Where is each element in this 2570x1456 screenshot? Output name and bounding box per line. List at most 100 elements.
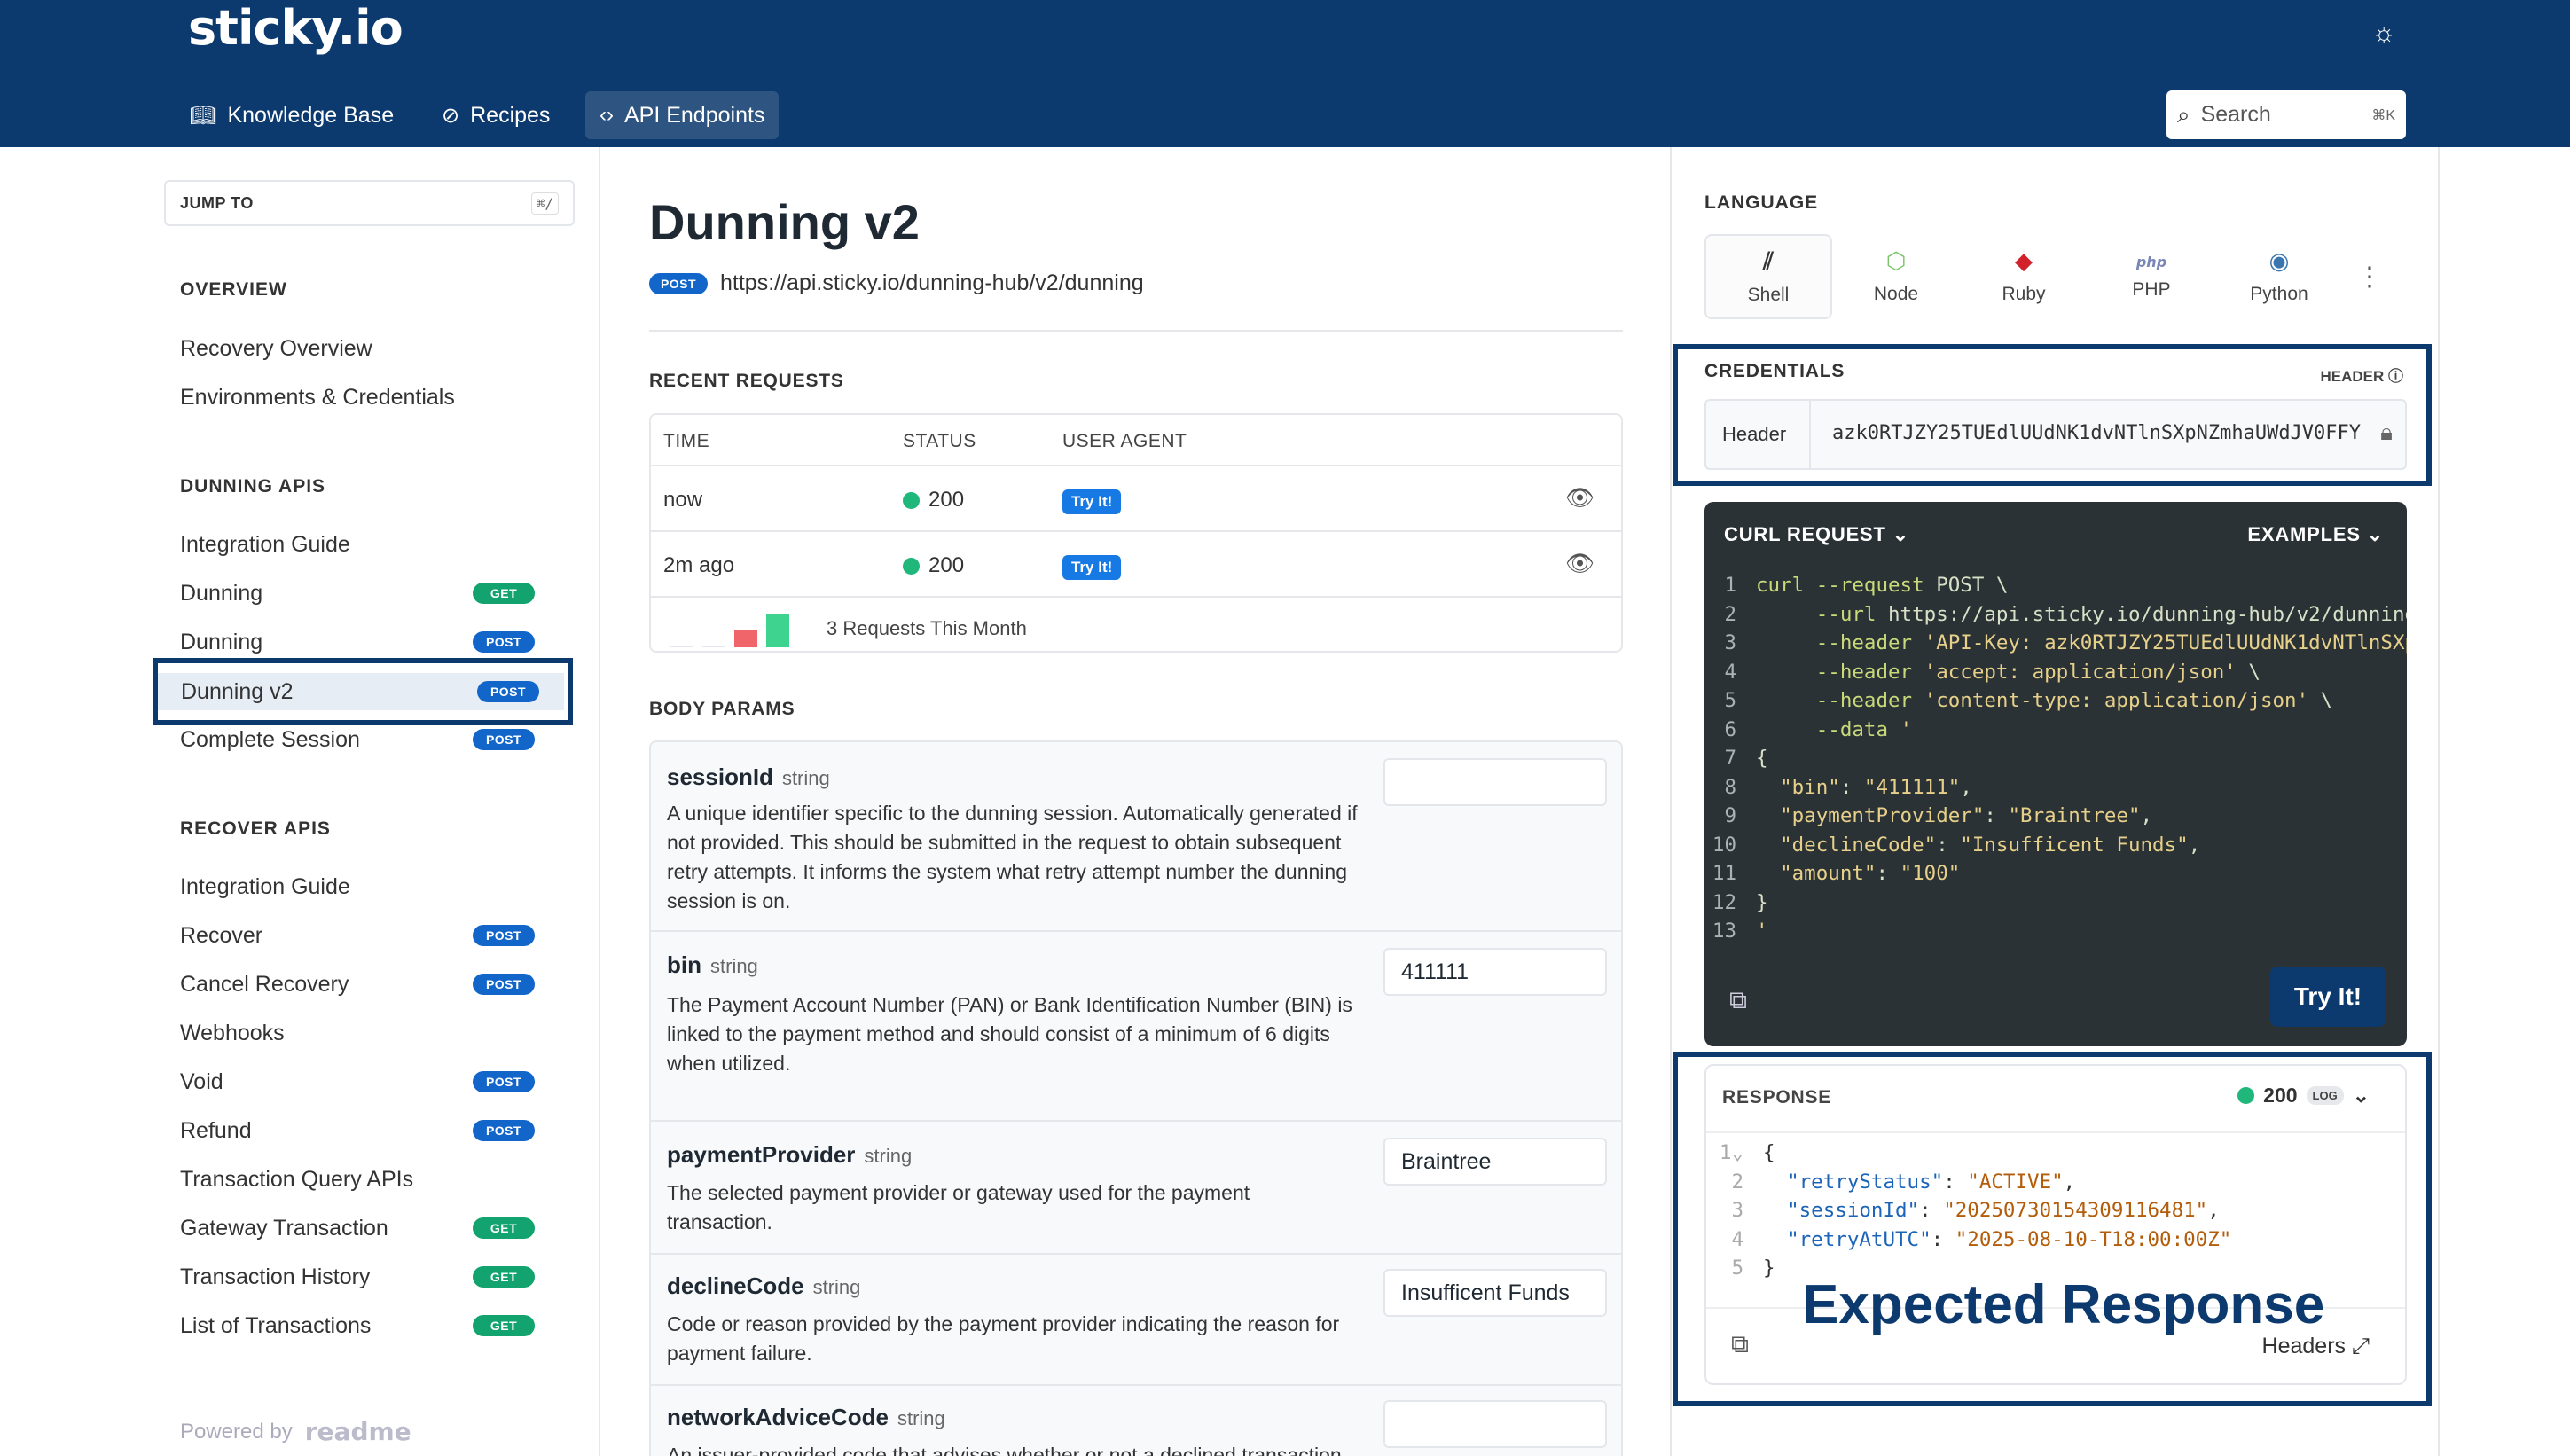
code-line: 1 curl --request POST \ xyxy=(1704,571,2407,600)
powered-by[interactable]: Powered by readme xyxy=(180,1417,411,1446)
try-it-button[interactable]: Try It! xyxy=(2270,967,2386,1027)
tab-knowledge-base[interactable]: 📖︎ Knowledge Base xyxy=(176,91,408,139)
param-type: string xyxy=(864,1145,913,1167)
sidebar-item-complete-session[interactable]: Complete Session POST xyxy=(180,722,535,757)
section-heading-dunning-apis: DUNNING APIS xyxy=(180,476,326,497)
code-line: 5 --header 'content-type: application/js… xyxy=(1704,686,2407,716)
tab-label: Knowledge Base xyxy=(227,102,395,128)
sun-icon[interactable]: ☼ xyxy=(2364,14,2403,53)
language-python[interactable]: ◉ Python xyxy=(2215,234,2343,319)
table-row[interactable]: now 200 Try It! 👁︎ xyxy=(651,465,1621,530)
python-icon: ◉ xyxy=(2268,248,2290,275)
code-icon: ‹› xyxy=(599,103,614,127)
sparkline-bar xyxy=(766,614,789,647)
param-description: A unique identifier specific to the dunn… xyxy=(667,802,1358,912)
sidebar-item-recover[interactable]: Recover POST xyxy=(180,918,535,953)
sidebar-item-transaction-history[interactable]: Transaction History GET xyxy=(180,1259,535,1295)
line-number: 2 xyxy=(1724,602,1736,626)
language-node[interactable]: ⬡ Node xyxy=(1832,234,1960,319)
copy-icon[interactable]: ⧉ xyxy=(1729,986,1747,1015)
sessionId-input[interactable] xyxy=(1383,758,1607,806)
param-row-declineCode: declineCode string Code or reason provide… xyxy=(651,1253,1621,1384)
request-status: 200 xyxy=(903,553,964,578)
sidebar-item-recovery-overview[interactable]: Recovery Overview xyxy=(180,331,535,366)
more-options-icon[interactable]: ⋮ xyxy=(2343,234,2396,319)
sidebar-item-label: Void xyxy=(180,1069,223,1094)
sidebar-item-transaction-query-apis[interactable]: Transaction Query APIs xyxy=(180,1162,535,1197)
language-picker: ⫽ Shell ⬡ Node ◆ Ruby php PHP ◉ Python ⋮ xyxy=(1704,234,2414,319)
code-line: 3 --header 'API-Key: azk0RTJZY25TUEdlUUd… xyxy=(1704,629,2407,658)
sidebar-item-integration-guide[interactable]: Integration Guide xyxy=(180,527,535,562)
jump-to-label: JUMP TO xyxy=(180,193,254,212)
param-row-bin: bin string The Payment Account Number (PA… xyxy=(651,930,1621,1120)
sidebar-item-label: Transaction Query APIs xyxy=(180,1166,414,1192)
search-input[interactable]: ⌕ Search ⌘K xyxy=(2166,90,2406,139)
curl-code-block[interactable]: 1 curl --request POST \ 2 --url https://ap… xyxy=(1704,571,2407,946)
column-header-user-agent: USER AGENT xyxy=(1062,431,1187,451)
tab-api-endpoints[interactable]: ‹› API Endpoints xyxy=(585,91,780,139)
sidebar-item-void[interactable]: Void POST xyxy=(180,1064,535,1100)
code-line: 13 ' xyxy=(1704,917,2407,946)
method-badge: GET xyxy=(473,1315,535,1336)
param-description: The Payment Account Number (PAN) or Bank… xyxy=(667,993,1352,1075)
code-line: 2 --url https://api.sticky.io/dunning-hu… xyxy=(1704,600,2407,630)
sidebar-item-label: Recover xyxy=(180,922,263,948)
table-row[interactable]: 2m ago 200 Try It! 👁︎ xyxy=(651,530,1621,596)
requests-sparkline xyxy=(670,614,789,647)
param-name-text: sessionId xyxy=(667,763,773,790)
sidebar-item-list-of-transactions[interactable]: List of Transactions GET xyxy=(180,1308,535,1343)
jump-to-input[interactable]: JUMP TO ⌘/ xyxy=(164,180,575,226)
sidebar-item-cancel-recovery[interactable]: Cancel Recovery POST xyxy=(180,967,535,1002)
method-badge: POST xyxy=(473,729,535,750)
sidebar-item-integration-guide-recover[interactable]: Integration Guide xyxy=(180,869,535,904)
sidebar-item-dunning-post[interactable]: Dunning POST xyxy=(180,624,535,660)
highlight-box xyxy=(153,658,573,725)
networkAdviceCode-input[interactable] xyxy=(1383,1400,1607,1448)
tab-recipes[interactable]: ⊘ Recipes xyxy=(427,91,564,139)
method-badge: GET xyxy=(473,1217,535,1239)
line-number: 7 xyxy=(1724,747,1736,770)
search-shortcut: ⌘K xyxy=(2371,107,2395,123)
node-icon: ⬡ xyxy=(1885,248,1907,275)
code-line: 7{ xyxy=(1704,744,2407,773)
divider xyxy=(649,330,1623,332)
column-header-time: TIME xyxy=(663,431,710,451)
line-number: 11 xyxy=(1712,862,1736,885)
param-row-paymentProvider: paymentProvider string The selected payme… xyxy=(651,1120,1621,1253)
examples-dropdown[interactable]: EXAMPLES ⌄ xyxy=(2247,523,2384,546)
sidebar-item-webhooks[interactable]: Webhooks xyxy=(180,1015,535,1051)
powered-by-label: Powered by xyxy=(180,1419,293,1444)
language-ruby[interactable]: ◆ Ruby xyxy=(1960,234,2088,319)
logo[interactable]: sticky.io xyxy=(188,0,404,59)
readme-logo: readme xyxy=(304,1417,411,1446)
method-badge: POST xyxy=(473,925,535,946)
bin-input[interactable]: 411111 xyxy=(1383,948,1607,996)
sidebar-item-gateway-transaction[interactable]: Gateway Transaction GET xyxy=(180,1210,535,1246)
curl-request-heading[interactable]: CURL REQUEST ⌄ xyxy=(1724,523,1909,546)
eye-icon[interactable]: 👁︎ xyxy=(1565,484,1594,512)
sidebar-item-refund[interactable]: Refund POST xyxy=(180,1113,535,1148)
method-badge: POST xyxy=(473,1120,535,1141)
shell-icon: ⫽ xyxy=(1763,247,1774,275)
eye-icon[interactable]: 👁︎ xyxy=(1565,550,1594,577)
recent-requests-table: TIME STATUS USER AGENT now 200 Try It! 👁… xyxy=(649,413,1623,653)
declineCode-input[interactable]: Insufficent Funds xyxy=(1383,1269,1607,1317)
status-dot xyxy=(903,492,920,510)
language-label: PHP xyxy=(2132,278,2171,300)
curl-request-panel: CURL REQUEST ⌄ EXAMPLES ⌄ 1 curl --reques… xyxy=(1704,502,2407,1046)
paymentProvider-input[interactable]: Braintree xyxy=(1383,1138,1607,1186)
sidebar-item-label: Dunning xyxy=(180,580,263,606)
chevron-down-icon: ⌄ xyxy=(2366,523,2384,545)
line-number: 8 xyxy=(1724,775,1736,799)
page-title: Dunning v2 xyxy=(649,194,920,250)
sidebar-item-label: Transaction History xyxy=(180,1264,371,1289)
sidebar-item-dunning-get[interactable]: Dunning GET xyxy=(180,575,535,611)
request-time: now xyxy=(663,488,703,512)
line-number: 13 xyxy=(1712,920,1736,943)
language-php[interactable]: php PHP xyxy=(2088,234,2215,319)
language-shell[interactable]: ⫽ Shell xyxy=(1704,234,1832,319)
sidebar-item-label: Environments & Credentials xyxy=(180,384,455,410)
user-agent-badge: Try It! xyxy=(1062,555,1122,580)
line-number: 4 xyxy=(1724,660,1736,684)
sidebar-item-environments-credentials[interactable]: Environments & Credentials xyxy=(180,380,535,415)
